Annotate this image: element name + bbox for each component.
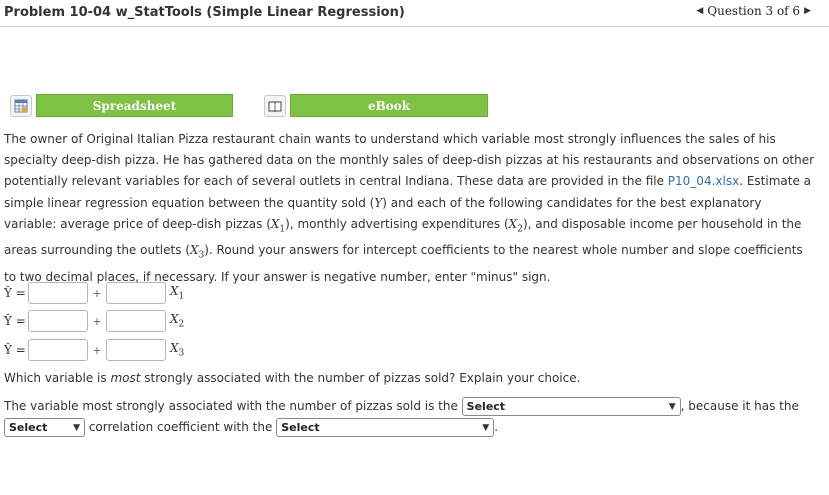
select-value: Select [9,421,48,434]
prev-question-icon[interactable]: ◀ [696,6,703,16]
question-navigator: ◀ Question 3 of 6 ▶ [696,4,811,18]
spreadsheet-icon[interactable] [10,94,32,117]
question-counter: Question 3 of 6 [707,4,801,18]
chevron-down-icon: ▼ [482,422,490,433]
intercept-input-3[interactable] [28,339,88,361]
slope-input-2[interactable] [106,310,166,332]
equation-row-1: Ŷ = + X1 [4,282,184,304]
answer-text: . [494,420,499,434]
variable-select[interactable]: Select ▼ [461,397,681,416]
intercept-input-2[interactable] [28,310,88,332]
answer-line-1: The variable most strongly associated wi… [4,397,819,416]
plus-sign: + [92,286,102,300]
plus-sign: + [92,314,102,328]
page-title: Problem 10-04 w_StatTools (Simple Linear… [4,5,405,20]
chevron-down-icon: ▼ [73,422,80,433]
question-prompt: Which variable is most strongly associat… [4,371,580,385]
x-variable-label: X1 [170,284,185,302]
slope-input-1[interactable] [106,282,166,304]
intercept-input-1[interactable] [28,282,88,304]
var-x2: X2 [508,216,523,235]
ebook-button[interactable]: eBook [290,94,488,117]
select-value: Select [466,400,506,413]
var-x1: X1 [270,216,286,235]
select-value: Select [281,421,320,434]
answer-text: , because it has the [680,399,799,413]
x-variable-label: X2 [170,312,185,330]
book-icon[interactable] [264,94,286,117]
yhat-label: Ŷ = [4,314,26,328]
problem-statement: The owner of Original Italian Pizza rest… [4,129,816,288]
plus-sign: + [92,343,102,357]
yhat-label: Ŷ = [4,286,26,300]
slope-input-3[interactable] [106,339,166,361]
equation-row-2: Ŷ = + X2 [4,310,184,332]
spreadsheet-button[interactable]: Spreadsheet [36,94,233,117]
answer-text: correlation coefficient with the [88,420,273,434]
question-text: strongly associated with the number of p… [140,371,581,385]
ebook-resource: eBook [264,94,488,117]
yhat-label: Ŷ = [4,343,26,357]
header-bar: Problem 10-04 w_StatTools (Simple Linear… [0,0,829,27]
problem-text: ), monthly advertising expenditures ( [285,216,509,231]
var-x3: X3 [189,243,205,261]
equation-row-3: Ŷ = + X3 [4,339,184,361]
answer-line-2: Select ▼ correlation coefficient with th… [4,418,498,437]
chevron-down-icon: ▼ [668,401,676,412]
x-variable-label: X3 [170,341,185,359]
answer-text: The variable most strongly associated wi… [4,399,458,413]
strength-select[interactable]: Select ▼ [4,418,85,437]
next-question-icon[interactable]: ▶ [804,6,811,16]
target-select[interactable]: Select ▼ [276,418,495,437]
spreadsheet-resource: Spreadsheet [10,94,233,117]
question-text: Which variable is [4,371,111,385]
question-emphasis: most [110,371,141,385]
file-link[interactable]: P10_04.xlsx [668,174,739,188]
